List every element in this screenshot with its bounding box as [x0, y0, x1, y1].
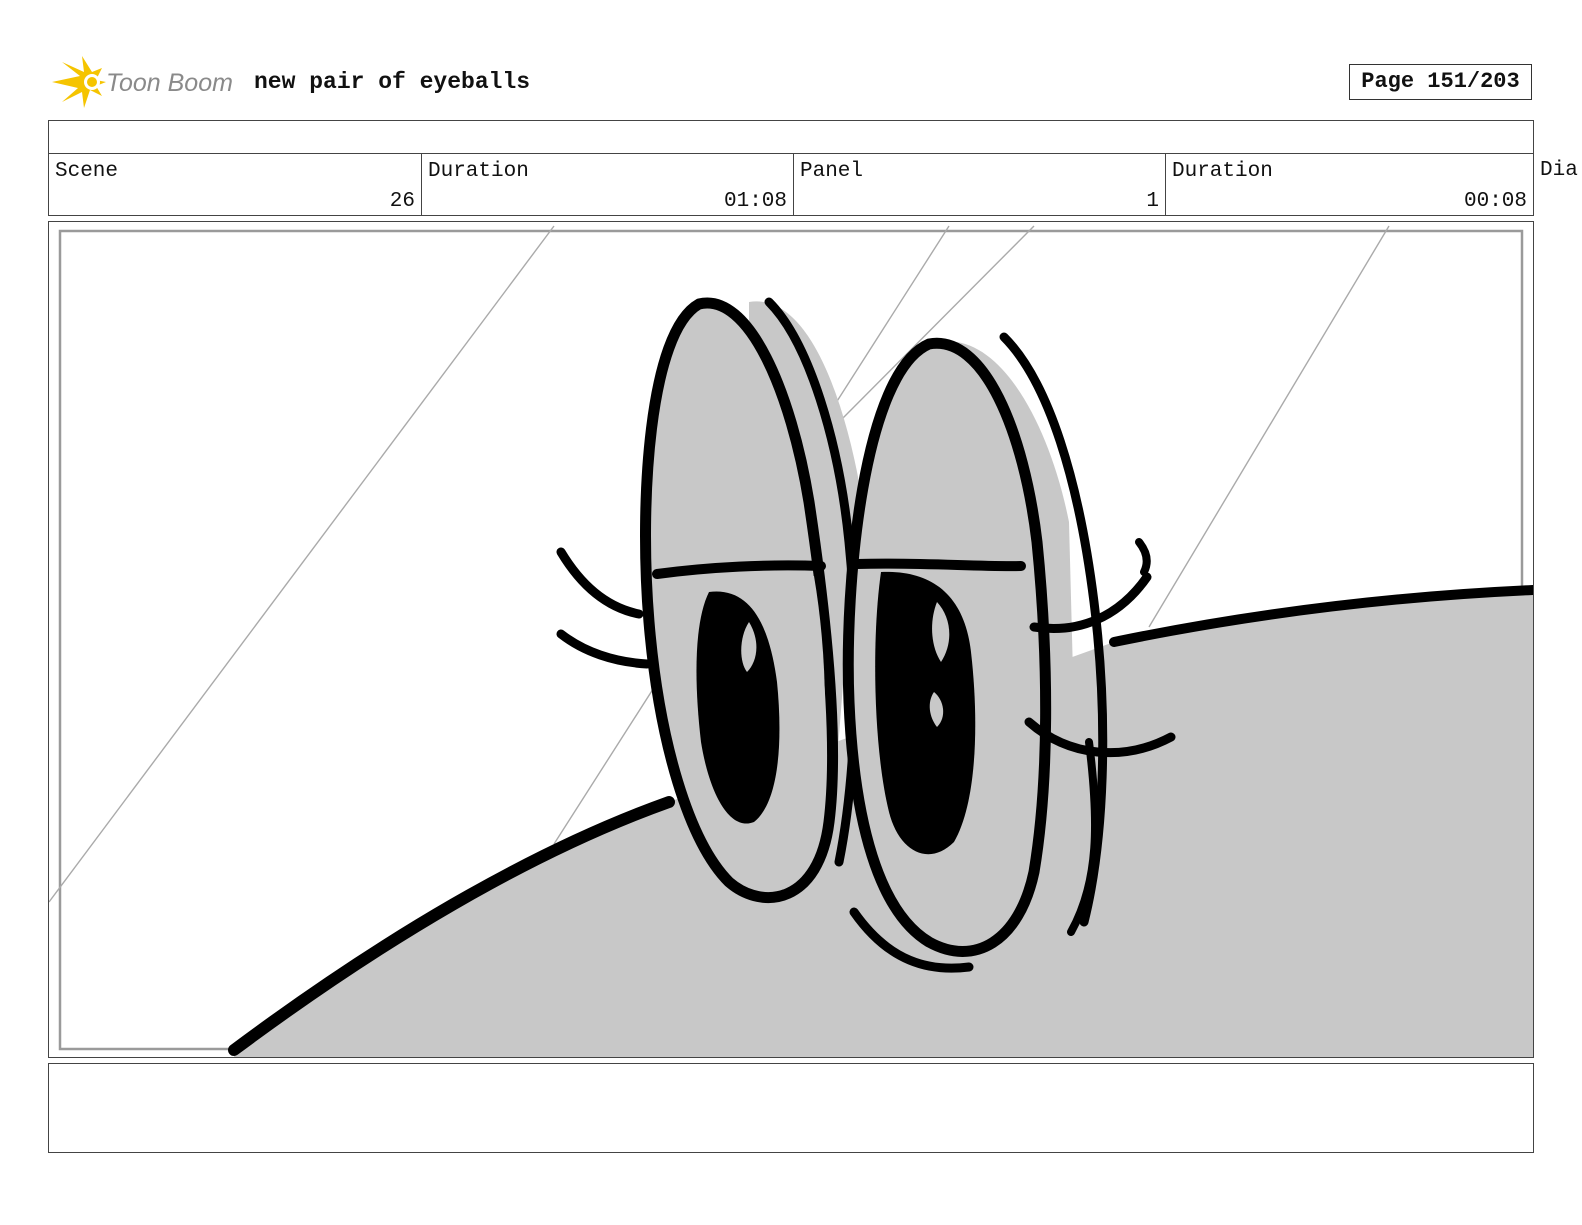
page-number-box: Page 151/203: [1349, 64, 1532, 100]
scene-duration-cell: Duration 01:08: [422, 154, 794, 215]
caption-strip: [48, 120, 1534, 153]
toon-boom-logo: Toon Boom: [52, 56, 242, 108]
scene-duration-label: Duration: [428, 160, 529, 183]
logo-text: Toon Boom: [106, 69, 233, 97]
panel-duration-cell: Duration 00:08: [1166, 154, 1533, 215]
panel-info-row: Scene 26 Duration 01:08 Panel 1 Duration…: [48, 153, 1534, 216]
scene-label: Scene: [55, 160, 119, 183]
page-number: Page 151/203: [1361, 69, 1520, 94]
panel-duration-label: Duration: [1172, 160, 1273, 183]
panel-duration-value: 00:08: [1463, 190, 1527, 213]
panel-cell: Panel 1: [794, 154, 1166, 215]
logo-burst-icon: Toon Boom: [52, 56, 233, 108]
scene-duration-value: 01:08: [723, 190, 787, 213]
panel-value: 1: [1146, 190, 1159, 213]
dialog-label: Dia: [1540, 159, 1578, 182]
scene-cell: Scene 26: [49, 154, 422, 215]
eyeballs-drawing-icon: [49, 225, 1533, 1057]
storyboard-panel: [48, 221, 1534, 1058]
scene-value: 26: [389, 190, 415, 213]
panel-label: Panel: [800, 160, 864, 183]
project-title: new pair of eyeballs: [254, 69, 531, 95]
action-notes-box: [48, 1063, 1534, 1153]
